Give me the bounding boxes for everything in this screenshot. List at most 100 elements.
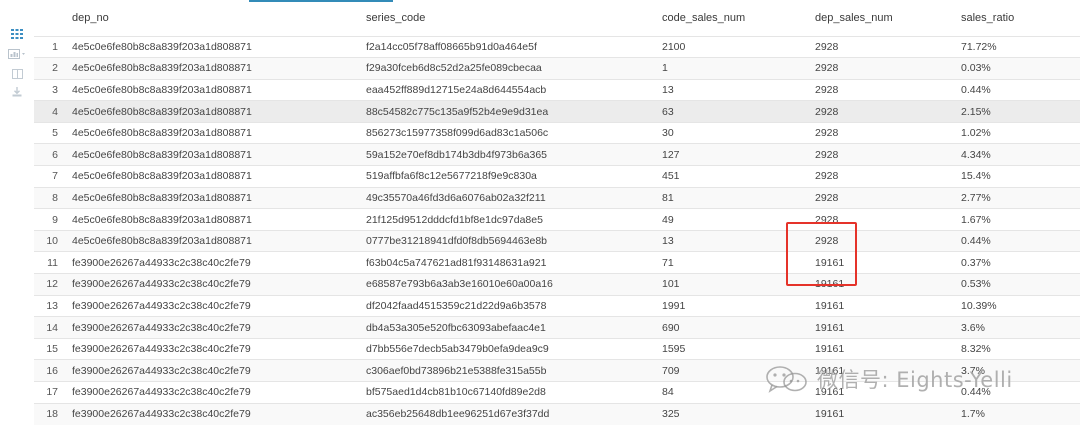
cell-series-code[interactable]: bf575aed1d4cb81b10c67140fd89e2d8 <box>362 381 658 404</box>
cell-dep-sales-num[interactable]: 2928 <box>811 143 957 166</box>
table-row[interactable]: 9 4e5c0e6fe80b8c8a839f203a1d808871 21f125d… <box>34 208 1080 231</box>
cell-code-sales-num[interactable]: 325 <box>658 402 811 425</box>
cell-sales-ratio[interactable]: 10.39% <box>957 294 1080 317</box>
cell-sales-ratio[interactable]: 1.7% <box>957 402 1080 425</box>
chart-view-icon[interactable] <box>8 48 28 60</box>
cell-dep-sales-num[interactable]: 2928 <box>811 208 957 231</box>
cell-series-code[interactable]: 519affbfa6f8c12e5677218f9e9c830a <box>362 165 658 188</box>
cell-code-sales-num[interactable]: 451 <box>658 165 811 188</box>
cell-dep-sales-num[interactable]: 19161 <box>811 251 957 274</box>
cell-code-sales-num[interactable]: 84 <box>658 381 811 404</box>
table-row[interactable]: 15 fe3900e26267a44933c2c38c40c2fe79 d7bb55… <box>34 337 1080 360</box>
table-row[interactable]: 11 fe3900e26267a44933c2c38c40c2fe79 f63b04… <box>34 251 1080 274</box>
cell-code-sales-num[interactable]: 13 <box>658 229 811 252</box>
download-icon[interactable] <box>10 86 24 98</box>
table-row[interactable]: 2 4e5c0e6fe80b8c8a839f203a1d808871 f29a30f… <box>34 57 1080 80</box>
cell-series-code[interactable]: db4a53a305e520fbc63093abefaac4e1 <box>362 316 658 339</box>
cell-code-sales-num[interactable]: 1 <box>658 57 811 80</box>
cell-dep-sales-num[interactable]: 19161 <box>811 316 957 339</box>
cell-code-sales-num[interactable]: 30 <box>658 121 811 144</box>
cell-series-code[interactable]: eaa452ff889d12715e24a8d644554acb <box>362 78 658 101</box>
cell-dep-sales-num[interactable]: 2928 <box>811 100 957 123</box>
cell-sales-ratio[interactable]: 0.44% <box>957 229 1080 252</box>
grid-view-icon[interactable] <box>10 28 24 40</box>
column-header-series-code[interactable]: series_code <box>362 0 658 36</box>
cell-dep-no[interactable]: fe3900e26267a44933c2c38c40c2fe79 <box>68 294 362 317</box>
table-row[interactable]: 10 4e5c0e6fe80b8c8a839f203a1d808871 0777be… <box>34 229 1080 252</box>
cell-sales-ratio[interactable]: 3.6% <box>957 316 1080 339</box>
cell-dep-no[interactable]: fe3900e26267a44933c2c38c40c2fe79 <box>68 316 362 339</box>
cell-dep-no[interactable]: fe3900e26267a44933c2c38c40c2fe79 <box>68 337 362 360</box>
cell-code-sales-num[interactable]: 2100 <box>658 35 811 58</box>
cell-code-sales-num[interactable]: 709 <box>658 359 811 382</box>
cell-sales-ratio[interactable]: 0.03% <box>957 57 1080 80</box>
cell-dep-no[interactable]: 4e5c0e6fe80b8c8a839f203a1d808871 <box>68 78 362 101</box>
cell-dep-sales-num[interactable]: 2928 <box>811 78 957 101</box>
cell-sales-ratio[interactable]: 3.7% <box>957 359 1080 382</box>
column-header-dep-no[interactable]: dep_no <box>68 0 362 36</box>
cell-sales-ratio[interactable]: 1.67% <box>957 208 1080 231</box>
cell-dep-sales-num[interactable]: 2928 <box>811 165 957 188</box>
cell-series-code[interactable]: ac356eb25648db1ee96251d67e3f37dd <box>362 402 658 425</box>
cell-dep-no[interactable]: 4e5c0e6fe80b8c8a839f203a1d808871 <box>68 186 362 209</box>
table-row[interactable]: 5 4e5c0e6fe80b8c8a839f203a1d808871 856273c… <box>34 121 1080 144</box>
cell-dep-no[interactable]: 4e5c0e6fe80b8c8a839f203a1d808871 <box>68 57 362 80</box>
cell-dep-no[interactable]: fe3900e26267a44933c2c38c40c2fe79 <box>68 381 362 404</box>
cell-sales-ratio[interactable]: 4.34% <box>957 143 1080 166</box>
cell-dep-sales-num[interactable]: 2928 <box>811 186 957 209</box>
cell-series-code[interactable]: d7bb556e7decb5ab3479b0efa9dea9c9 <box>362 337 658 360</box>
column-header-dep-sales-num[interactable]: dep_sales_num <box>811 0 957 36</box>
cell-code-sales-num[interactable]: 71 <box>658 251 811 274</box>
column-header-code-sales-num[interactable]: code_sales_num <box>658 0 811 36</box>
cell-series-code[interactable]: f29a30fceb6d8c52d2a25fe089cbecaa <box>362 57 658 80</box>
cell-sales-ratio[interactable]: 1.02% <box>957 121 1080 144</box>
cell-dep-no[interactable]: 4e5c0e6fe80b8c8a839f203a1d808871 <box>68 229 362 252</box>
cell-series-code[interactable]: 49c35570a46fd3d6a6076ab02a32f211 <box>362 186 658 209</box>
cell-code-sales-num[interactable]: 1991 <box>658 294 811 317</box>
cell-dep-no[interactable]: 4e5c0e6fe80b8c8a839f203a1d808871 <box>68 143 362 166</box>
cell-code-sales-num[interactable]: 127 <box>658 143 811 166</box>
cell-code-sales-num[interactable]: 1595 <box>658 337 811 360</box>
cell-dep-no[interactable]: 4e5c0e6fe80b8c8a839f203a1d808871 <box>68 121 362 144</box>
table-row[interactable]: 12 fe3900e26267a44933c2c38c40c2fe79 e68587… <box>34 273 1080 296</box>
cell-series-code[interactable]: 88c54582c775c135a9f52b4e9e9d31ea <box>362 100 658 123</box>
table-row[interactable]: 4 4e5c0e6fe80b8c8a839f203a1d808871 88c5458… <box>34 100 1080 123</box>
cell-dep-sales-num[interactable]: 19161 <box>811 381 957 404</box>
cell-sales-ratio[interactable]: 0.37% <box>957 251 1080 274</box>
cell-series-code[interactable]: 856273c15977358f099d6ad83c1a506c <box>362 121 658 144</box>
cell-series-code[interactable]: 59a152e70ef8db174b3db4f973b6a365 <box>362 143 658 166</box>
cell-code-sales-num[interactable]: 49 <box>658 208 811 231</box>
cell-dep-no[interactable]: 4e5c0e6fe80b8c8a839f203a1d808871 <box>68 165 362 188</box>
table-row[interactable]: 17 fe3900e26267a44933c2c38c40c2fe79 bf575a… <box>34 381 1080 404</box>
cell-dep-sales-num[interactable]: 2928 <box>811 121 957 144</box>
cell-dep-no[interactable]: 4e5c0e6fe80b8c8a839f203a1d808871 <box>68 35 362 58</box>
cell-code-sales-num[interactable]: 81 <box>658 186 811 209</box>
cell-sales-ratio[interactable]: 0.44% <box>957 381 1080 404</box>
cell-dep-no[interactable]: 4e5c0e6fe80b8c8a839f203a1d808871 <box>68 208 362 231</box>
cell-code-sales-num[interactable]: 690 <box>658 316 811 339</box>
table-row[interactable]: 8 4e5c0e6fe80b8c8a839f203a1d808871 49c3557… <box>34 186 1080 209</box>
cell-code-sales-num[interactable]: 13 <box>658 78 811 101</box>
cell-series-code[interactable]: f63b04c5a747621ad81f93148631a921 <box>362 251 658 274</box>
cell-dep-sales-num[interactable]: 19161 <box>811 359 957 382</box>
cell-series-code[interactable]: 0777be31218941dfd0f8db5694463e8b <box>362 229 658 252</box>
panel-icon[interactable] <box>10 68 24 80</box>
cell-series-code[interactable]: c306aef0bd73896b21e5388fe315a55b <box>362 359 658 382</box>
table-row[interactable]: 18 fe3900e26267a44933c2c38c40c2fe79 ac356e… <box>34 402 1080 425</box>
cell-code-sales-num[interactable]: 63 <box>658 100 811 123</box>
table-row[interactable]: 16 fe3900e26267a44933c2c38c40c2fe79 c306ae… <box>34 359 1080 382</box>
cell-dep-no[interactable]: fe3900e26267a44933c2c38c40c2fe79 <box>68 402 362 425</box>
cell-sales-ratio[interactable]: 0.53% <box>957 273 1080 296</box>
cell-sales-ratio[interactable]: 0.44% <box>957 78 1080 101</box>
cell-series-code[interactable]: df2042faad4515359c21d22d9a6b3578 <box>362 294 658 317</box>
cell-code-sales-num[interactable]: 101 <box>658 273 811 296</box>
cell-sales-ratio[interactable]: 15.4% <box>957 165 1080 188</box>
cell-dep-sales-num[interactable]: 2928 <box>811 229 957 252</box>
table-row[interactable]: 13 fe3900e26267a44933c2c38c40c2fe79 df2042… <box>34 294 1080 317</box>
column-header-sales-ratio[interactable]: sales_ratio <box>957 0 1080 36</box>
cell-dep-sales-num[interactable]: 2928 <box>811 57 957 80</box>
cell-dep-sales-num[interactable]: 19161 <box>811 294 957 317</box>
cell-series-code[interactable]: 21f125d9512dddcfd1bf8e1dc97da8e5 <box>362 208 658 231</box>
cell-sales-ratio[interactable]: 2.77% <box>957 186 1080 209</box>
cell-dep-no[interactable]: fe3900e26267a44933c2c38c40c2fe79 <box>68 273 362 296</box>
